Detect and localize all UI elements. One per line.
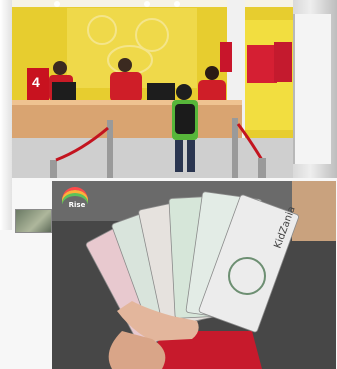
service-counter-scene: 4 (12, 0, 293, 178)
rainbow-logo-badge: Rise (60, 187, 94, 209)
page-edge-left (0, 0, 12, 230)
badge-text: Rise (68, 201, 86, 209)
banknotes-scene: KidZania (52, 181, 336, 369)
screenshot-frame: 4 KidZania Rise (0, 0, 337, 369)
small-thumbnail (15, 209, 52, 233)
counter-number: 4 (32, 74, 40, 90)
banknotes-photo: KidZania Rise (52, 181, 336, 369)
page-edge-right (293, 0, 337, 178)
service-counter-photo: 4 (12, 0, 293, 178)
